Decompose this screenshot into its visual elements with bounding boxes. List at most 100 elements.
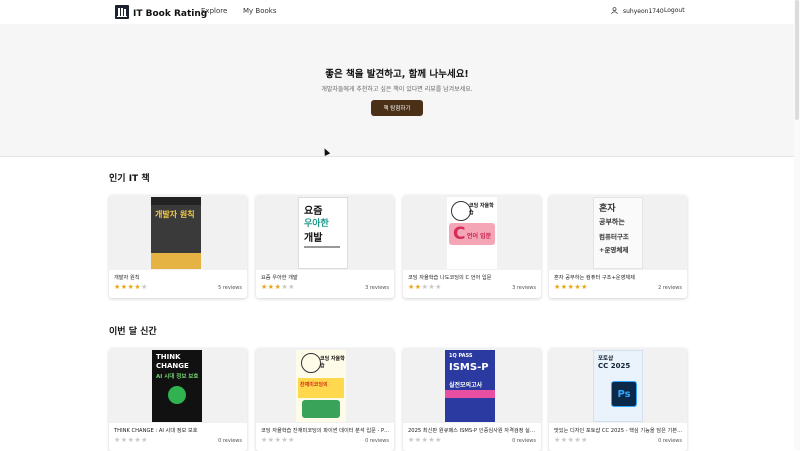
hero-title: 좋은 책을 발견하고, 함께 나누세요! (325, 69, 469, 80)
scrollbar-thumb[interactable] (795, 0, 799, 120)
cover-area: 요즘 우아한 개발 (256, 195, 394, 270)
cover-title: 혼자 (599, 204, 616, 214)
star-icon: ★ (414, 283, 422, 291)
book-cover: 혼자 공부하는 컴퓨터구조 +운영체제 (593, 197, 643, 269)
book-card[interactable]: 1Q PASS ISMS-P 실전모의고사 2025 최신판 원큐패스 ISMS… (403, 348, 541, 451)
book-cover: 코딩 자율학습 잔재미코딩의 (296, 350, 346, 422)
section-title-new: 이번 달 신간 (109, 327, 157, 337)
star-icon: ★ (560, 283, 568, 291)
cover-area: THINK CHANGE AI 시대 정보 보호 (109, 348, 247, 423)
review-count: 3 reviews (365, 285, 389, 291)
rating-stars: ★★★★★ (114, 436, 148, 444)
cover-title: AI 시대 정보 보호 (156, 374, 199, 380)
cover-title: THINK (156, 353, 181, 361)
star-icon: ★ (261, 436, 268, 444)
star-icon: ★ (408, 283, 415, 291)
book-card[interactable]: 코딩 자율학습 C 언어 입문 코딩 자율학습 나도코딩의 C 언어 입문 ★★… (403, 195, 541, 298)
bookshelf-icon (115, 4, 129, 23)
scrollbar[interactable] (794, 0, 800, 450)
star-icon: ★ (288, 283, 295, 291)
book-title: 맛있는 디자인 포토샵 CC 2025 - 핵심 기능을 담은 기본편... (554, 428, 684, 434)
logo[interactable]: IT Book Rating (115, 4, 207, 23)
logout-button[interactable]: Logout (664, 7, 685, 14)
cover-title: CC 2025 (598, 362, 631, 370)
cover-title: CHANGE (156, 362, 189, 370)
user-menu[interactable]: suhyeon1740 (611, 7, 664, 16)
review-count: 3 reviews (512, 285, 536, 291)
review-count: 5 reviews (218, 285, 242, 291)
user-icon (611, 7, 618, 16)
cover-title: 잔재미코딩의 (300, 382, 328, 388)
star-icon: ★ (141, 436, 148, 444)
book-cover: 개발자 원칙 (151, 197, 201, 269)
hero-subtitle: 개발자들에게 추천하고 싶은 책이 있다면 리뷰를 남겨보세요. (321, 86, 473, 93)
username: suhyeon1740 (623, 8, 664, 15)
star-icon: ★ (114, 283, 121, 291)
book-title: 코딩 자율학습 잔재미코딩의 파이썬 데이터 분석 입문 - Pan... (261, 428, 391, 434)
rating-stars: ★★★★★ (554, 436, 588, 444)
book-cover: 1Q PASS ISMS-P 실전모의고사 (445, 350, 495, 422)
photoshop-logo-icon: Ps (611, 381, 637, 407)
star-icon: ★ (267, 283, 275, 291)
cover-title: 공부하는 (599, 218, 625, 226)
cover-title: 실전모의고사 (449, 382, 483, 389)
cover-area: 혼자 공부하는 컴퓨터구조 +운영체제 (549, 195, 687, 270)
book-card[interactable]: 혼자 공부하는 컴퓨터구조 +운영체제 혼자 공부하는 컴퓨터 구조+운영체제 … (549, 195, 687, 298)
book-cover: 포토샵 CC 2025 Ps (593, 350, 643, 422)
rating-stars: ★★★★★ (408, 436, 442, 444)
book-card[interactable]: THINK CHANGE AI 시대 정보 보호 THINK CHANGE : … (109, 348, 247, 451)
cover-title: C (453, 224, 466, 244)
book-card[interactable]: 요즘 우아한 개발 요즘 우아한 개발 ★★★★★ 3 reviews (256, 195, 394, 298)
star-icon: ★ (408, 436, 415, 444)
review-count: 0 reviews (218, 438, 242, 444)
star-icon: ★ (560, 436, 568, 444)
cover-title: 코딩 자율학습 (320, 356, 345, 369)
star-icon: ★ (261, 283, 268, 291)
book-title: 개발자 원칙 (114, 275, 140, 281)
star-icon: ★ (114, 436, 121, 444)
star-icon: ★ (267, 436, 275, 444)
logo-text: IT Book Rating (133, 8, 208, 19)
book-cover: 요즘 우아한 개발 (298, 197, 348, 269)
star-icon: ★ (581, 436, 588, 444)
section-title-popular: 인기 IT 책 (109, 174, 150, 184)
star-icon: ★ (554, 436, 561, 444)
book-card[interactable]: 개발자 원칙 개발자 원칙 ★★★★★ 5 reviews (109, 195, 247, 298)
nav-link-my-books[interactable]: My Books (243, 7, 276, 15)
review-count: 0 reviews (658, 438, 682, 444)
star-icon: ★ (120, 283, 128, 291)
rating-stars: ★★★★★ (554, 283, 588, 291)
cover-title: 요즘 (304, 206, 323, 217)
cover-area: 1Q PASS ISMS-P 실전모의고사 (403, 348, 541, 423)
book-cover: 코딩 자율학습 C 언어 입문 (447, 197, 497, 269)
cover-title: +운영체제 (599, 246, 629, 254)
star-icon: ★ (141, 283, 148, 291)
rating-stars: ★★★★★ (114, 283, 148, 291)
cover-title: 포토샵 (598, 356, 614, 362)
star-icon: ★ (554, 283, 561, 291)
cover-title: 개발자 원칙 (155, 210, 195, 219)
star-icon: ★ (288, 436, 295, 444)
star-icon: ★ (414, 436, 422, 444)
review-count: 2 reviews (658, 285, 682, 291)
cover-title: 컴퓨터구조 (599, 233, 629, 241)
hero-banner: 좋은 책을 발견하고, 함께 나누세요! 개발자들에게 추천하고 싶은 책이 있… (0, 24, 794, 157)
cover-title: 개발 (304, 233, 323, 244)
book-title: THINK CHANGE : AI 시대 정보 보호 (114, 428, 198, 434)
cover-area: 코딩 자율학습 잔재미코딩의 (256, 348, 394, 423)
explore-books-button[interactable]: 책 탐험하기 (371, 100, 423, 116)
cover-title: ISMS-P (449, 362, 489, 373)
star-icon: ★ (435, 436, 442, 444)
nav-link-explore[interactable]: Explore (201, 7, 227, 15)
cover-area: 코딩 자율학습 C 언어 입문 (403, 195, 541, 270)
book-card[interactable]: 포토샵 CC 2025 Ps 맛있는 디자인 포토샵 CC 2025 - 핵심 … (549, 348, 687, 451)
book-card[interactable]: 코딩 자율학습 잔재미코딩의 코딩 자율학습 잔재미코딩의 파이썬 데이터 분석… (256, 348, 394, 451)
cover-title: 언어 입문 (467, 233, 492, 240)
star-icon: ★ (120, 436, 128, 444)
top-nav: IT Book Rating Explore My Books suhyeon1… (0, 0, 794, 25)
book-title: 혼자 공부하는 컴퓨터 구조+운영체제 (554, 275, 635, 281)
book-title: 요즘 우아한 개발 (261, 275, 298, 281)
cover-title: 우아한 (304, 219, 329, 229)
book-title: 2025 최신판 원큐패스 ISMS-P 인증심사원 자격검정 실전... (408, 428, 538, 434)
cover-area: 개발자 원칙 (109, 195, 247, 270)
